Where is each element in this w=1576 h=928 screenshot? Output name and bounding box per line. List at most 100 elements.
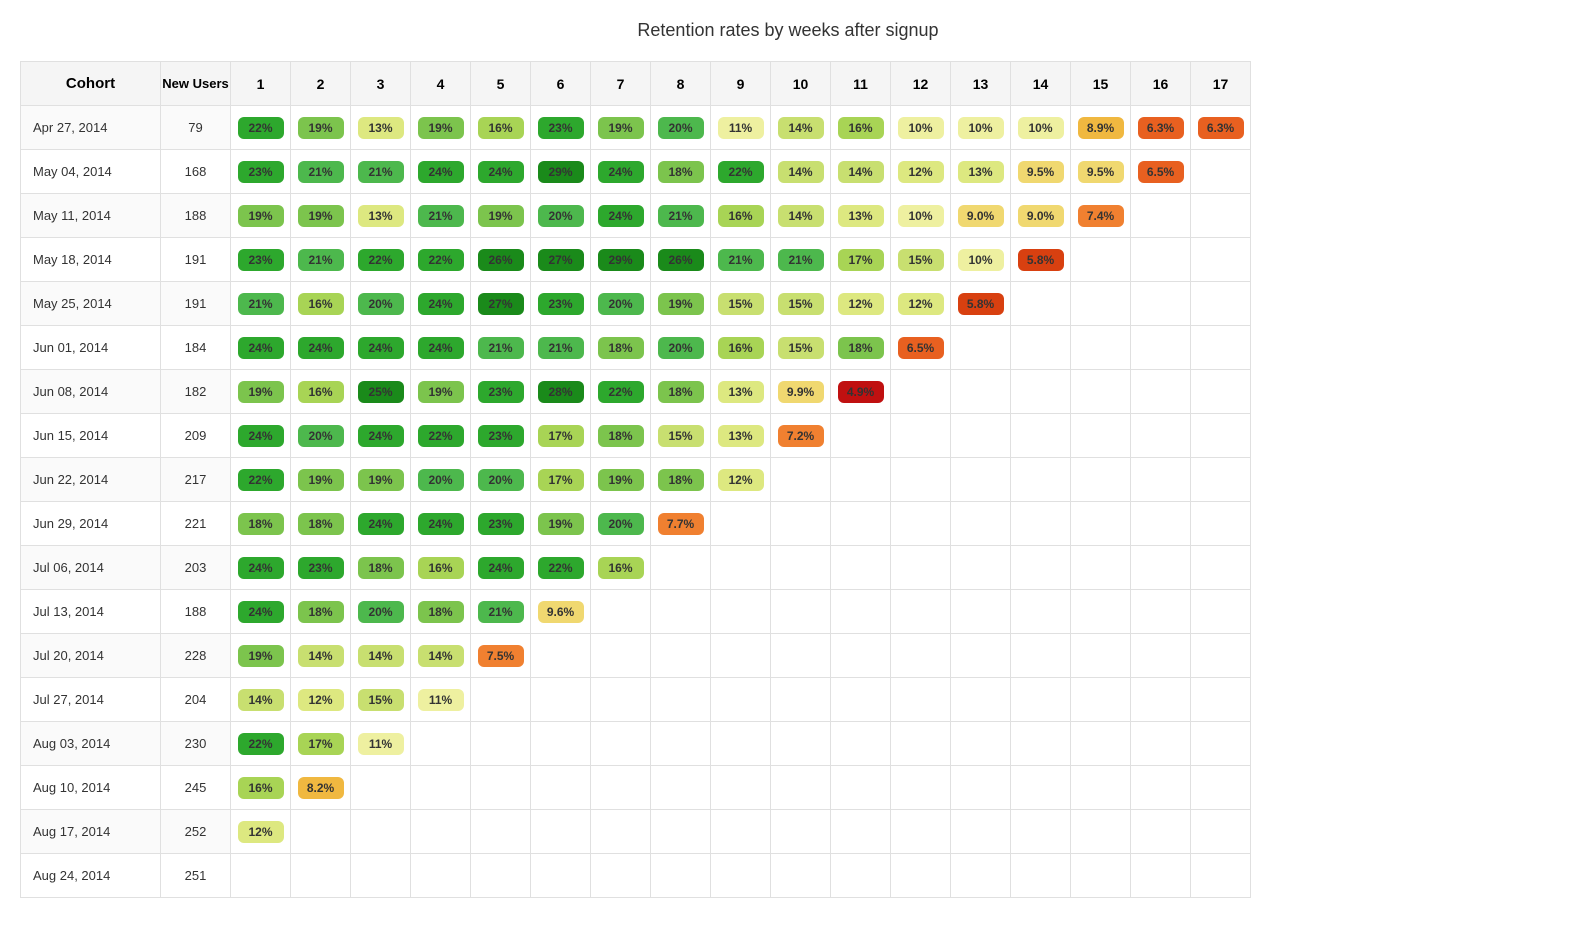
rate-cell: 20% xyxy=(471,458,531,502)
cohort-label: May 11, 2014 xyxy=(21,194,161,238)
retention-table: Cohort New Users 12345678910111213141516… xyxy=(20,61,1251,898)
empty-cell xyxy=(891,766,951,810)
rate-badge: 18% xyxy=(658,161,704,183)
new-users-value: 184 xyxy=(161,326,231,370)
rate-badge: 6.5% xyxy=(1138,161,1184,183)
rate-cell: 13% xyxy=(951,150,1011,194)
rate-badge: 13% xyxy=(358,117,404,139)
empty-cell xyxy=(531,634,591,678)
rate-badge: 24% xyxy=(238,337,284,359)
rate-cell: 14% xyxy=(831,150,891,194)
rate-cell: 19% xyxy=(591,106,651,150)
rate-badge: 10% xyxy=(1018,117,1064,139)
rate-cell: 17% xyxy=(291,722,351,766)
empty-cell xyxy=(351,810,411,854)
empty-cell xyxy=(771,458,831,502)
empty-cell xyxy=(531,722,591,766)
new-users-value: 191 xyxy=(161,238,231,282)
rate-cell: 24% xyxy=(291,326,351,370)
rate-cell: 15% xyxy=(651,414,711,458)
rate-cell: 23% xyxy=(231,238,291,282)
rate-cell: 21% xyxy=(471,326,531,370)
cohort-label: Jun 08, 2014 xyxy=(21,370,161,414)
table-row: May 18, 201419123%21%22%22%26%27%29%26%2… xyxy=(21,238,1251,282)
rate-badge: 19% xyxy=(298,205,344,227)
rate-badge: 23% xyxy=(538,293,584,315)
week-header-9: 9 xyxy=(711,62,771,106)
empty-cell xyxy=(951,634,1011,678)
page-title: Retention rates by weeks after signup xyxy=(20,20,1556,41)
rate-badge: 21% xyxy=(298,249,344,271)
empty-cell xyxy=(891,458,951,502)
week-header-6: 6 xyxy=(531,62,591,106)
rate-badge: 5.8% xyxy=(1018,249,1064,271)
empty-cell xyxy=(1071,326,1131,370)
rate-cell: 20% xyxy=(351,282,411,326)
rate-cell: 12% xyxy=(831,282,891,326)
rate-cell: 19% xyxy=(411,106,471,150)
empty-cell xyxy=(771,678,831,722)
rate-badge: 19% xyxy=(298,117,344,139)
rate-badge: 20% xyxy=(478,469,524,491)
empty-cell xyxy=(591,766,651,810)
empty-cell xyxy=(1131,370,1191,414)
rate-badge: 12% xyxy=(838,293,884,315)
empty-cell xyxy=(1191,502,1251,546)
rate-cell: 24% xyxy=(471,150,531,194)
rate-badge: 23% xyxy=(238,161,284,183)
empty-cell xyxy=(591,678,651,722)
rate-badge: 23% xyxy=(478,425,524,447)
empty-cell xyxy=(1011,370,1071,414)
rate-badge: 9.6% xyxy=(538,601,584,623)
rate-cell: 16% xyxy=(711,326,771,370)
rate-badge: 21% xyxy=(658,205,704,227)
rate-cell: 19% xyxy=(231,194,291,238)
rate-cell: 9.5% xyxy=(1011,150,1071,194)
rate-cell: 18% xyxy=(291,502,351,546)
rate-cell: 19% xyxy=(411,370,471,414)
rate-badge: 18% xyxy=(298,513,344,535)
rate-cell: 9.0% xyxy=(1011,194,1071,238)
rate-cell: 15% xyxy=(711,282,771,326)
table-row: Jul 20, 201422819%14%14%14%7.5% xyxy=(21,634,1251,678)
table-row: Aug 10, 201424516%8.2% xyxy=(21,766,1251,810)
rate-badge: 27% xyxy=(538,249,584,271)
rate-badge: 19% xyxy=(298,469,344,491)
empty-cell xyxy=(351,766,411,810)
empty-cell xyxy=(471,810,531,854)
empty-cell xyxy=(771,722,831,766)
rate-cell: 10% xyxy=(1011,106,1071,150)
cohort-label: Aug 03, 2014 xyxy=(21,722,161,766)
rate-badge: 9.0% xyxy=(958,205,1004,227)
rate-cell: 24% xyxy=(591,150,651,194)
empty-cell xyxy=(411,854,471,898)
empty-cell xyxy=(831,502,891,546)
empty-cell xyxy=(1191,414,1251,458)
rate-badge: 21% xyxy=(238,293,284,315)
rate-badge: 11% xyxy=(418,689,464,711)
empty-cell xyxy=(1071,590,1131,634)
empty-cell xyxy=(1071,854,1131,898)
empty-cell xyxy=(1131,546,1191,590)
rate-badge: 23% xyxy=(298,557,344,579)
empty-cell xyxy=(951,854,1011,898)
empty-cell xyxy=(1011,326,1071,370)
empty-cell xyxy=(1071,238,1131,282)
rate-cell: 24% xyxy=(351,326,411,370)
cohort-label: Aug 17, 2014 xyxy=(21,810,161,854)
empty-cell xyxy=(771,546,831,590)
rate-cell: 29% xyxy=(591,238,651,282)
rate-cell: 22% xyxy=(591,370,651,414)
empty-cell xyxy=(711,722,771,766)
rate-badge: 12% xyxy=(718,469,764,491)
empty-cell xyxy=(1011,502,1071,546)
rate-cell: 18% xyxy=(411,590,471,634)
cohort-label: Aug 24, 2014 xyxy=(21,854,161,898)
week-header-8: 8 xyxy=(651,62,711,106)
table-header-row: Cohort New Users 12345678910111213141516… xyxy=(21,62,1251,106)
empty-cell xyxy=(1011,590,1071,634)
rate-cell: 11% xyxy=(411,678,471,722)
table-row: Aug 03, 201423022%17%11% xyxy=(21,722,1251,766)
empty-cell xyxy=(711,590,771,634)
empty-cell xyxy=(891,370,951,414)
